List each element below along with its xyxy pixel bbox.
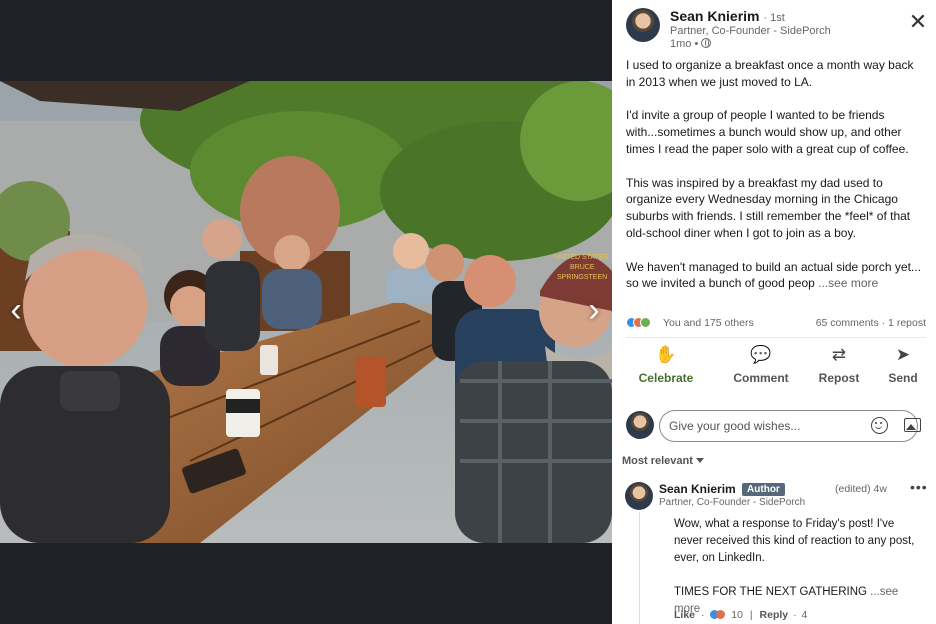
author-avatar[interactable] bbox=[626, 8, 660, 42]
photo-viewer: UNITED STATES BRUCE SPRINGSTEEN ‹ › bbox=[0, 0, 612, 624]
comment-like-count[interactable]: 10 bbox=[731, 609, 743, 621]
post-actions: ✋ Celebrate 💬 Comment ⇄ Repost ➤ Send bbox=[626, 343, 926, 393]
post-paragraph-truncated: We haven't managed to build an actual si… bbox=[626, 259, 926, 293]
divider bbox=[626, 337, 926, 338]
post-paragraph: I used to organize a breakfast once a mo… bbox=[626, 58, 914, 89]
hat-text-2: BRUCE bbox=[570, 264, 595, 271]
sort-dropdown[interactable]: Most relevant bbox=[622, 455, 704, 467]
comment-actions: Like · 10 | Reply · 4 bbox=[674, 609, 807, 621]
connection-degree: · 1st bbox=[763, 12, 785, 24]
author-badge: Author bbox=[742, 483, 785, 496]
social-counts: You and 175 others 65 comments · 1 repos… bbox=[626, 316, 926, 330]
comment-paragraph-text: TIMES FOR THE NEXT GATHERING bbox=[674, 586, 867, 598]
viewer-avatar bbox=[626, 411, 654, 439]
send-label: Send bbox=[888, 371, 918, 385]
reaction-icons[interactable] bbox=[626, 317, 651, 329]
see-more-link[interactable]: ...see more bbox=[818, 276, 878, 290]
celebrate-button[interactable]: ✋ Celebrate bbox=[628, 343, 704, 391]
comment-reply-button[interactable]: Reply bbox=[760, 609, 789, 621]
commenter-name-row[interactable]: Sean Knierim Author bbox=[659, 482, 785, 496]
separator: · bbox=[793, 609, 797, 621]
post-paragraph: This was inspired by a breakfast my dad … bbox=[626, 175, 911, 240]
post-header: Sean Knierim · 1st Partner, Co-Founder -… bbox=[626, 8, 926, 52]
comment-icon: 💬 bbox=[750, 345, 772, 364]
comment-reply-count[interactable]: 4 bbox=[801, 609, 807, 621]
comment-paragraph: Wow, what a response to Friday's post! I… bbox=[674, 518, 915, 564]
comment-item: Sean Knierim Author (edited) 4w ••• Part… bbox=[625, 479, 928, 624]
separator: · bbox=[700, 609, 705, 621]
more-options-icon[interactable]: ••• bbox=[910, 479, 928, 495]
send-icon: ➤ bbox=[895, 345, 911, 364]
commenter-headline: Partner, Co-Founder - SidePorch bbox=[659, 497, 806, 508]
post-body: I used to organize a breakfast once a mo… bbox=[626, 57, 926, 292]
reactions-count[interactable]: You and 175 others bbox=[663, 317, 754, 329]
author-name[interactable]: Sean Knierim bbox=[670, 8, 759, 24]
chevron-left-icon[interactable]: ‹ bbox=[4, 290, 28, 330]
close-button[interactable]: ✕ bbox=[908, 11, 928, 33]
send-button[interactable]: ➤ Send bbox=[865, 343, 936, 391]
author-name-row[interactable]: Sean Knierim · 1st bbox=[670, 8, 785, 24]
hat-text-3: SPRINGSTEEN bbox=[557, 274, 607, 281]
post-timestamp: 1mo • bbox=[670, 38, 712, 50]
post-detail-panel: Sean Knierim · 1st Partner, Co-Founder -… bbox=[612, 0, 936, 624]
commenter-avatar[interactable] bbox=[625, 482, 653, 510]
comments-repost-count[interactable]: 65 comments · 1 repost bbox=[816, 317, 926, 329]
post-photo: UNITED STATES BRUCE SPRINGSTEEN bbox=[0, 81, 612, 543]
commenter-name[interactable]: Sean Knierim bbox=[659, 482, 736, 496]
separator: | bbox=[749, 609, 753, 621]
comment-meta: (edited) 4w bbox=[835, 483, 887, 495]
comment-composer bbox=[626, 410, 926, 442]
comment-button[interactable]: 💬 Comment bbox=[723, 343, 799, 391]
hat-text-1: UNITED STATES bbox=[554, 254, 609, 261]
post-time-text: 1mo • bbox=[670, 38, 699, 50]
comment-like-button[interactable]: Like bbox=[674, 609, 695, 621]
celebrate-reaction-icon bbox=[640, 317, 651, 328]
sort-label: Most relevant bbox=[622, 455, 693, 467]
thread-line bbox=[639, 512, 640, 624]
image-icon[interactable] bbox=[904, 418, 921, 432]
love-reaction-icon bbox=[716, 610, 726, 619]
emoji-icon[interactable] bbox=[871, 417, 888, 434]
chevron-right-icon[interactable]: › bbox=[582, 290, 606, 330]
globe-icon bbox=[701, 38, 712, 48]
chevron-down-icon bbox=[695, 458, 704, 463]
author-headline: Partner, Co-Founder - SidePorch bbox=[670, 25, 831, 37]
celebrate-icon: ✋ bbox=[655, 345, 677, 364]
celebrate-label: Celebrate bbox=[638, 371, 694, 385]
comment-label: Comment bbox=[733, 371, 789, 385]
comment-body: Wow, what a response to Friday's post! I… bbox=[674, 516, 924, 618]
post-paragraph: I'd invite a group of people I wanted to… bbox=[626, 108, 909, 156]
